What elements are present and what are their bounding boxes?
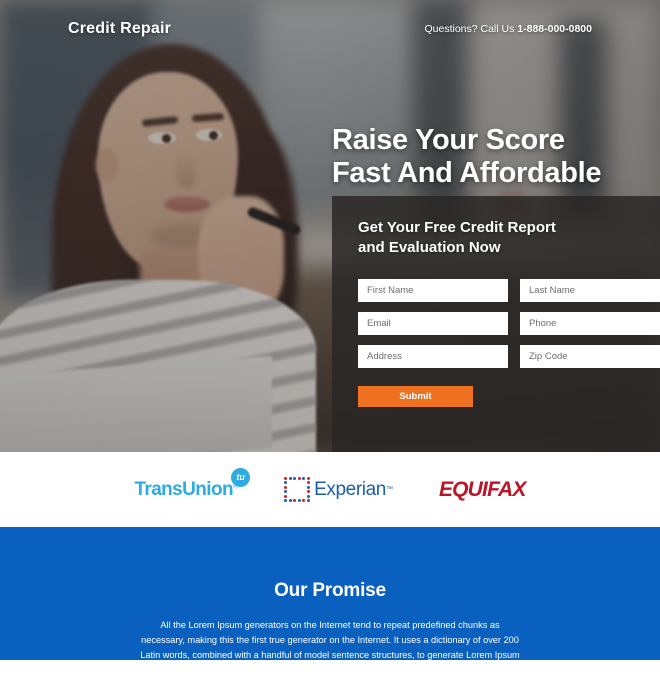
- transunion-logo: TransUnion® tu: [134, 467, 251, 501]
- promise-body: All the Lorem Ipsum generators on the In…: [140, 620, 520, 675]
- zip-code-input[interactable]: [520, 344, 660, 368]
- equifax-logo-text: EQUIFAX: [438, 477, 526, 501]
- first-name-input[interactable]: [358, 278, 508, 302]
- transunion-logo-text: TransUnion: [134, 478, 233, 500]
- form-heading-line1: Get Your Free Credit Report: [358, 219, 556, 236]
- promise-heading: Our Promise: [274, 580, 386, 601]
- form-row-name: [358, 278, 660, 302]
- email-input[interactable]: [358, 311, 508, 335]
- submit-button[interactable]: Submit: [358, 385, 473, 407]
- form-row-contact: [358, 311, 660, 335]
- experian-logo-text: Experian: [314, 478, 386, 500]
- header-phone-prefix: Questions? Call Us: [424, 23, 518, 35]
- transunion-tu-badge-icon: tu: [231, 467, 251, 487]
- lead-capture-form: Get Your Free Credit Report and Evaluati…: [332, 196, 660, 452]
- form-heading-line2: and Evaluation Now: [358, 239, 501, 257]
- equifax-logo: EQUIFAX: [439, 478, 526, 502]
- brand-logo[interactable]: Credit Repair: [68, 20, 171, 38]
- address-input[interactable]: [358, 344, 508, 368]
- promise-section: Our Promise All the Lorem Ipsum generato…: [0, 527, 660, 675]
- hero-headline: Raise Your Score Fast And Affordable: [332, 124, 602, 189]
- hero-headline-line1: Raise Your Score: [332, 124, 565, 157]
- header-phone[interactable]: Questions? Call Us 1-888-000-0800: [424, 23, 592, 35]
- credit-bureau-logos: TransUnion® tu Experian ™ EQUIFAX: [0, 452, 660, 527]
- phone-input[interactable]: [520, 311, 660, 335]
- last-name-input[interactable]: [520, 278, 660, 302]
- landing-page: Credit Repair Questions? Call Us 1-888-0…: [0, 0, 660, 675]
- experian-trademark-mark: ™: [385, 486, 393, 493]
- header-phone-number: 1-888-000-0800: [517, 23, 592, 35]
- site-header: Credit Repair Questions? Call Us 1-888-0…: [0, 0, 660, 58]
- hero-headline-line2: Fast And Affordable: [332, 156, 602, 189]
- experian-logo: Experian ™: [284, 476, 393, 503]
- experian-dot-matrix-icon: [284, 476, 310, 503]
- hero-section: Credit Repair Questions? Call Us 1-888-0…: [0, 0, 660, 452]
- form-row-address: [358, 344, 660, 368]
- form-heading: Get Your Free Credit Report and Evaluati…: [358, 218, 634, 259]
